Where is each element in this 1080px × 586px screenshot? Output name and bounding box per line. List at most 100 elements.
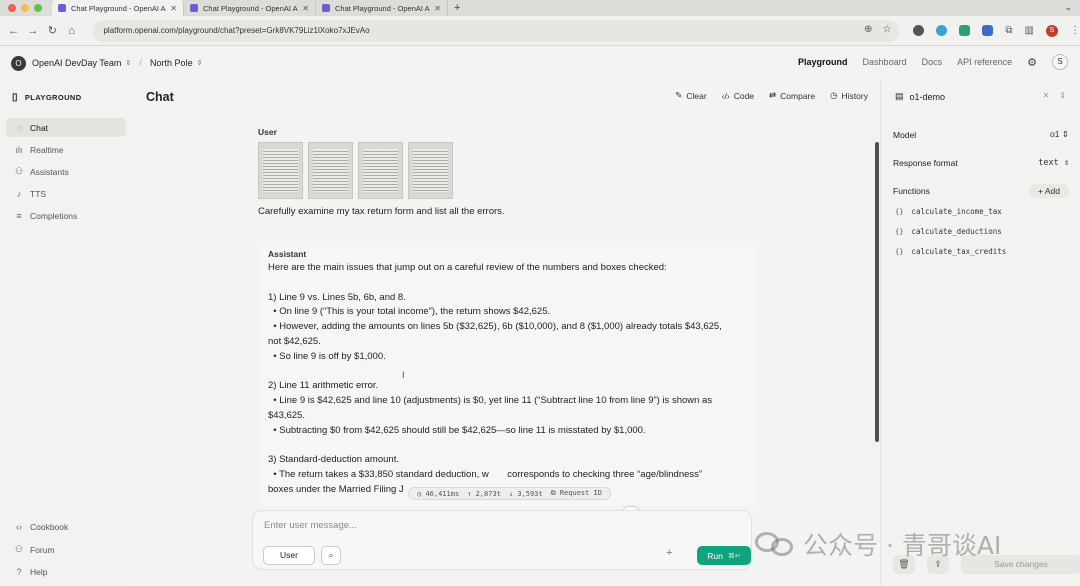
function-name: calculate_deductions xyxy=(911,227,1002,236)
role-toggle-button[interactable]: User xyxy=(263,546,315,565)
extension-icon[interactable] xyxy=(913,25,925,36)
extension-icon[interactable] xyxy=(959,25,971,36)
assistant-line: 2) Line 11 arithmetic error. xyxy=(268,380,379,392)
home-icon[interactable]: ⌂ xyxy=(62,25,81,37)
function-item[interactable]: {} calculate_tax_credits xyxy=(895,247,1006,256)
request-id-button[interactable]: ⧉ Request ID xyxy=(551,489,602,498)
close-window-button[interactable] xyxy=(8,4,16,12)
sidebar-item-help[interactable]: ? Help xyxy=(6,562,126,581)
response-format-row[interactable]: Response format text ⇕ xyxy=(893,158,1069,168)
extension-icon[interactable] xyxy=(982,25,994,36)
user-message-input[interactable] xyxy=(264,520,664,531)
chevron-updown-icon[interactable]: ⇕ xyxy=(125,59,131,67)
latency-value: 46,411ms xyxy=(425,489,460,498)
image-attachment[interactable] xyxy=(258,142,303,199)
sidebar-title: ▯ PLAYGROUND xyxy=(12,92,82,103)
openai-favicon-icon xyxy=(322,4,330,12)
browser-tab[interactable]: Chat Playground - OpenAI AI ✕ xyxy=(52,0,184,16)
new-tab-icon[interactable]: + xyxy=(448,2,460,14)
zoom-icon[interactable]: ⊕ xyxy=(864,24,872,35)
settings-gear-icon[interactable]: ⚙ xyxy=(1027,56,1037,69)
message-composer: User ⌕ + Run ⌘↵ xyxy=(252,510,752,570)
sidebar: ▯ PLAYGROUND ◌ Chat ılı Realtime ⚇ Assis… xyxy=(0,80,133,586)
sidebar-item-tts[interactable]: ♪ TTS xyxy=(6,184,126,203)
code-button[interactable]: ‹/› Code xyxy=(722,90,754,101)
close-tab-icon[interactable]: ✕ xyxy=(302,4,309,13)
chat-bubble-icon: ◌ xyxy=(16,122,22,133)
image-attachment[interactable] xyxy=(358,142,403,199)
org-selector[interactable]: OpenAI DevDay Team xyxy=(32,58,121,68)
sidebar-panel-icon[interactable]: ▯ xyxy=(12,92,18,103)
tab-title: Chat Playground - OpenAI AI xyxy=(335,3,431,13)
nav-docs[interactable]: Docs xyxy=(922,57,943,67)
user-message[interactable]: Carefully examine my tax return form and… xyxy=(258,206,758,217)
sidepanel-icon[interactable]: ▥ xyxy=(1025,25,1034,36)
compare-button[interactable]: ⇄ Compare xyxy=(769,90,815,101)
run-button[interactable]: Run ⌘↵ xyxy=(697,546,751,565)
browser-toolbar: ← → ↻ ⌂ platform.openai.com/playground/c… xyxy=(0,16,1080,46)
image-attachment[interactable] xyxy=(308,142,353,199)
assistant-line: • So line 9 is off by $1,000. xyxy=(268,350,386,362)
assistant-message[interactable]: Assistant Here are the main issues that … xyxy=(258,242,758,505)
close-icon[interactable]: ✕ xyxy=(1043,91,1050,100)
close-tab-icon[interactable]: ✕ xyxy=(434,4,441,13)
profile-avatar[interactable]: S xyxy=(1046,24,1058,37)
extension-icon[interactable] xyxy=(936,25,948,36)
function-item[interactable]: {} calculate_deductions xyxy=(895,227,1002,236)
sidebar-item-chat[interactable]: ◌ Chat xyxy=(6,118,126,137)
sidebar-item-realtime[interactable]: ılı Realtime xyxy=(6,140,126,159)
text-cursor-icon: I xyxy=(402,370,405,380)
browser-tab[interactable]: Chat Playground - OpenAI AI ✕ xyxy=(184,0,316,16)
attach-paperclip-icon[interactable]: ⌕ xyxy=(321,546,341,565)
minimize-window-button[interactable] xyxy=(21,4,29,12)
add-message-icon[interactable]: + xyxy=(666,547,672,559)
puzzle-icon[interactable]: ⧉ xyxy=(1005,25,1012,36)
forward-arrow-icon[interactable]: → xyxy=(23,25,42,37)
nav-api-reference[interactable]: API reference xyxy=(957,57,1012,67)
address-bar[interactable]: platform.openai.com/playground/chat?pres… xyxy=(93,19,900,42)
preset-header[interactable]: ▤ o1-demo xyxy=(895,91,945,102)
response-format-select[interactable]: text ⇕ xyxy=(1038,158,1069,168)
project-selector[interactable]: North Pole xyxy=(150,58,193,68)
sidebar-title-text: PLAYGROUND xyxy=(24,93,82,102)
back-arrow-icon[interactable]: ← xyxy=(4,25,23,37)
functions-label: Functions xyxy=(893,186,930,196)
history-button[interactable]: ◷ History xyxy=(830,90,868,101)
assistant-line xyxy=(268,276,748,291)
nav-dashboard[interactable]: Dashboard xyxy=(863,57,907,67)
waveform-icon: ılı xyxy=(15,144,23,155)
nav-playground[interactable]: Playground xyxy=(798,57,848,67)
sidebar-item-assistants[interactable]: ⚇ Assistants xyxy=(6,162,126,181)
tab-list-chevron-icon[interactable]: ⌄ xyxy=(1064,2,1072,13)
sidebar-item-label: Cookbook xyxy=(30,521,69,532)
model-label: Model xyxy=(893,129,917,140)
assistant-line: • Line 9 is $42,625 and line 10 (adjustm… xyxy=(268,395,713,407)
chat-thread[interactable]: User Carefully examine my tax return for… xyxy=(258,120,758,540)
chevron-updown-icon[interactable]: ⇕ xyxy=(197,59,203,67)
sidebar-item-cookbook[interactable]: ‹› Cookbook xyxy=(6,517,126,536)
sidebar-item-label: TTS xyxy=(30,188,47,199)
sidebar-item-completions[interactable]: ≡ Completions xyxy=(6,206,126,225)
assistant-line: • On line 9 (“This is your total income”… xyxy=(268,306,551,318)
maximize-window-button[interactable] xyxy=(34,4,42,12)
bookmark-star-icon[interactable]: ☆ xyxy=(882,24,891,35)
add-function-button[interactable]: + Add xyxy=(1029,184,1069,198)
browser-tab[interactable]: Chat Playground - OpenAI AI ✕ xyxy=(316,0,448,16)
close-tab-icon[interactable]: ✕ xyxy=(170,4,177,13)
clear-button[interactable]: ✎ Clear xyxy=(675,90,706,101)
reload-icon[interactable]: ↻ xyxy=(43,24,62,37)
user-avatar[interactable]: S xyxy=(1052,54,1068,70)
chat-scrollbar[interactable] xyxy=(875,142,879,442)
image-attachment[interactable] xyxy=(408,142,453,199)
chevron-updown-icon[interactable]: ⇕ xyxy=(1059,91,1066,100)
code-icon: ‹› xyxy=(16,521,22,532)
model-row[interactable]: Model o1 ⇕ xyxy=(893,129,1069,140)
model-select[interactable]: o1 ⇕ xyxy=(1050,129,1069,140)
function-name: calculate_income_tax xyxy=(911,207,1002,216)
sidebar-item-forum[interactable]: ⚇ Forum xyxy=(6,540,126,559)
watermark: 公众号 · 青哥谈AI xyxy=(755,526,1001,562)
function-item[interactable]: {} calculate_income_tax xyxy=(895,207,1002,216)
tab-title: Chat Playground - OpenAI AI xyxy=(203,3,299,13)
more-menu-icon[interactable]: ⋮ xyxy=(1070,25,1080,36)
wechat-logo-icon xyxy=(755,530,795,558)
